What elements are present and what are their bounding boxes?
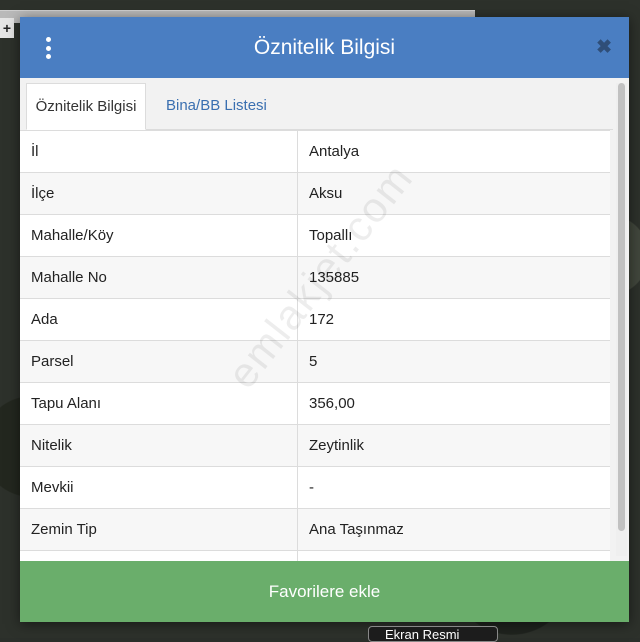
row-value: Ana Taşınmaz <box>309 521 404 538</box>
table-row: Zemin Tip Ana Taşınmaz <box>20 509 610 551</box>
table-row: Ada 172 <box>20 299 610 341</box>
modal-header: Öznitelik Bilgisi ✖ <box>20 17 629 78</box>
table-row: Mahalle/Köy Topallı <box>20 215 610 257</box>
row-key: Mahalle/Köy <box>20 215 298 256</box>
row-value: Zeytinlik <box>309 437 365 454</box>
row-key: İlçe <box>20 173 298 214</box>
table-row: İlçe Aksu <box>20 173 610 215</box>
table-row: Parsel 5 <box>20 341 610 383</box>
row-key: Mevkii <box>20 467 298 508</box>
row-key: Zemin Tip <box>20 509 298 550</box>
attribute-info-modal: Öznitelik Bilgisi ✖ Öznitelik Bilgisi Bi… <box>20 17 629 622</box>
attribute-table: İl Antalya İlçe Aksu Mahalle/Köy Topallı Mahal… <box>20 130 610 561</box>
table-row: İl Antalya <box>20 131 610 173</box>
table-row: Nitelik Zeytinlik <box>20 425 610 467</box>
zoom-in-button[interactable]: + <box>0 18 14 38</box>
table-row: Mahalle No 135885 <box>20 257 610 299</box>
row-value <box>298 551 610 561</box>
table-row: Tapu Alanı 356,00 <box>20 383 610 425</box>
row-value: Aksu <box>309 185 343 202</box>
table-row: Mevkii - <box>20 467 610 509</box>
row-value: 356,00 <box>309 395 355 412</box>
row-key: Parsel <box>20 341 298 382</box>
row-key: Nitelik <box>20 425 298 466</box>
row-value: - <box>309 479 314 496</box>
row-value: 135885 <box>309 269 360 286</box>
row-value: Topallı <box>309 227 353 244</box>
row-key: Tapu Alanı <box>20 383 298 424</box>
row-value: Antalya <box>309 143 360 160</box>
row-key: İl <box>20 131 298 172</box>
scrollbar-thumb[interactable] <box>618 83 625 531</box>
add-to-favorites-button[interactable]: Favorilere ekle <box>20 561 629 622</box>
kebab-menu-icon[interactable] <box>44 37 52 59</box>
tab-attribute-info[interactable]: Öznitelik Bilgisi <box>26 83 146 130</box>
row-key: Mahalle No <box>20 257 298 298</box>
modal-title: Öznitelik Bilgisi <box>253 35 396 59</box>
modal-body: Öznitelik Bilgisi Bina/BB Listesi İl Anta… <box>20 78 629 561</box>
row-key <box>20 551 298 561</box>
row-key: Ada <box>20 299 298 340</box>
row-value: 172 <box>309 311 335 328</box>
scrollbar[interactable] <box>616 83 627 556</box>
tab-bar: Öznitelik Bilgisi Bina/BB Listesi <box>26 83 613 130</box>
close-icon[interactable]: ✖ <box>596 36 612 59</box>
screenshot-tab[interactable]: Ekran Resmi <box>368 626 498 642</box>
tab-building-list[interactable]: Bina/BB Listesi <box>154 83 279 129</box>
table-row <box>20 551 610 561</box>
row-value: 5 <box>309 353 318 370</box>
